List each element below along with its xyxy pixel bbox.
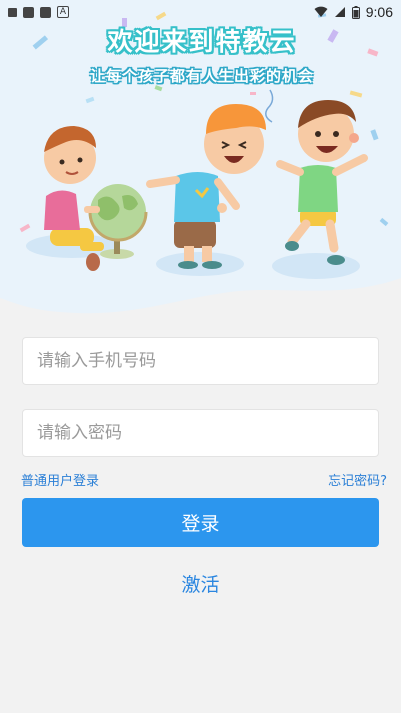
battery-icon: [351, 5, 360, 19]
welcome-title: 欢迎来到特教云: [107, 27, 297, 56]
status-right: 9:06: [314, 4, 401, 20]
status-left-icons: A: [0, 6, 69, 18]
a-icon: A: [57, 6, 69, 18]
phone-field: [22, 337, 379, 385]
wifi-icon: [314, 6, 328, 17]
clock: 9:06: [365, 4, 393, 20]
login-button[interactable]: 登录: [22, 498, 379, 547]
welcome-banner: 欢迎来到特教云 让每个孩子都有人生出彩的机会: [0, 0, 401, 318]
notification-icon: [8, 7, 17, 17]
signal-icon: [334, 7, 345, 17]
user-login-link[interactable]: 普通用户登录: [21, 470, 99, 489]
app-icon: [23, 6, 34, 18]
welcome-subtitle: 让每个孩子都有人生出彩的机会: [89, 66, 314, 85]
phone-input[interactable]: [23, 338, 378, 384]
activate-link[interactable]: 激活: [0, 567, 401, 599]
password-input[interactable]: [23, 410, 378, 456]
password-field: [22, 409, 379, 457]
forgot-password-link[interactable]: 忘记密码?: [328, 470, 387, 489]
app-icon: [40, 6, 51, 18]
status-bar: A 9:06: [0, 0, 401, 24]
